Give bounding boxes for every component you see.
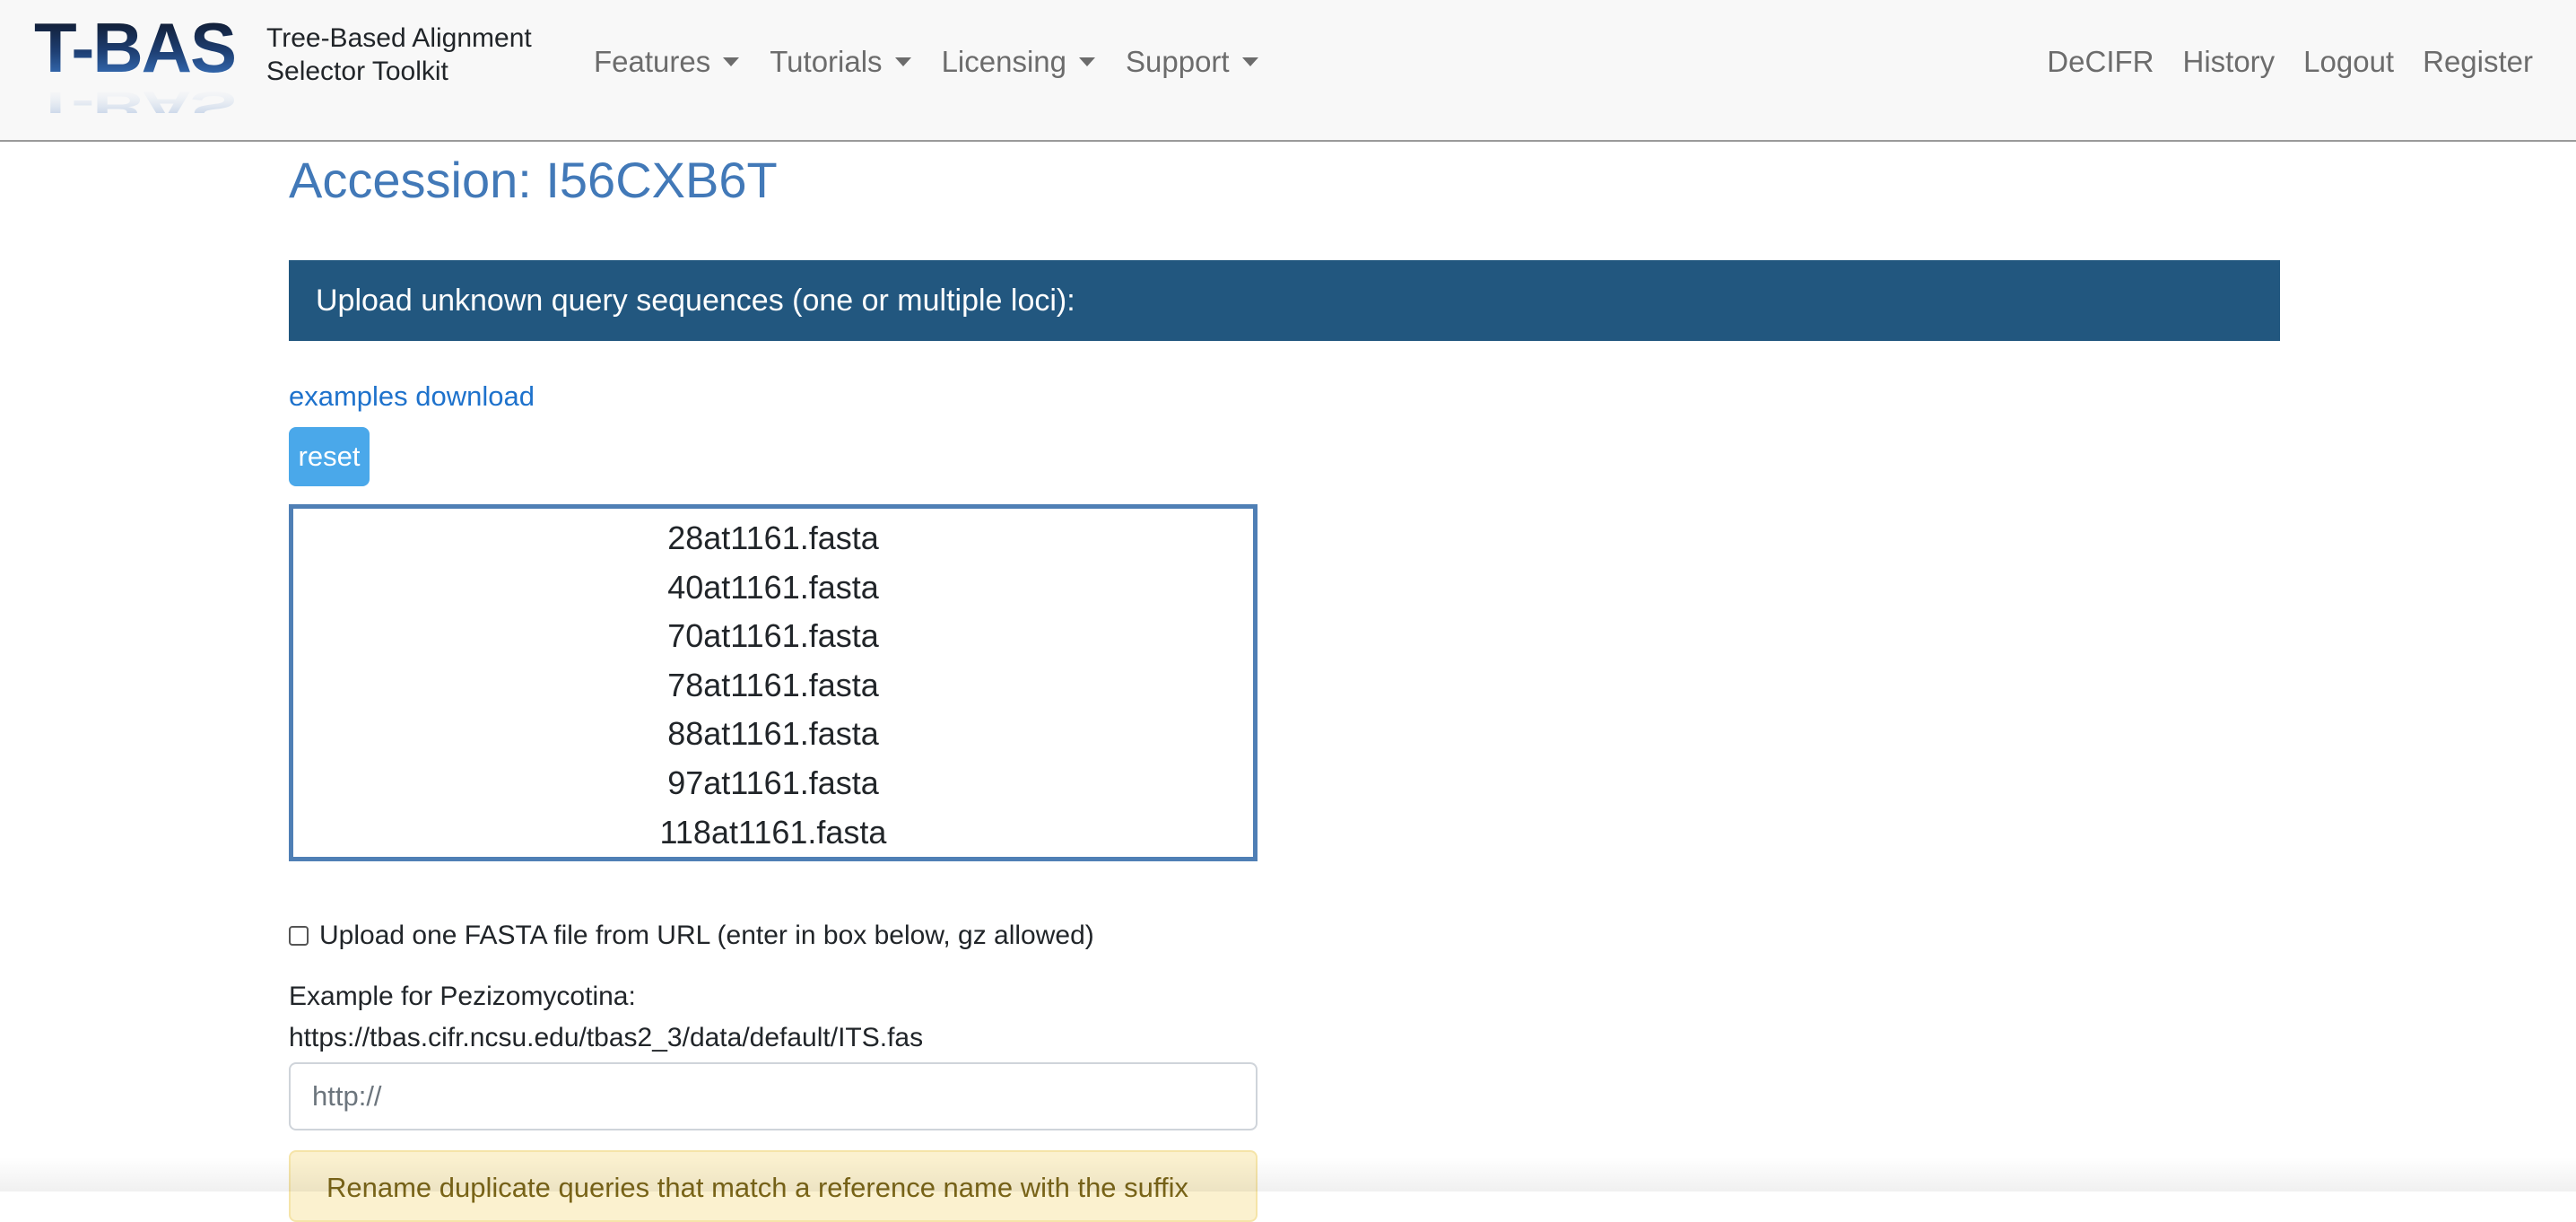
caret-down-icon	[894, 57, 911, 66]
url-example-value: https://tbas.cifr.ncsu.edu/tbas2_3/data/…	[289, 1023, 924, 1052]
nav-menu-left: Features Tutorials Licensing Support	[594, 45, 1289, 79]
file-list-item[interactable]: 97at1161.fasta	[293, 759, 1253, 808]
examples-download-link[interactable]: examples download	[289, 380, 535, 413]
file-list-item[interactable]: 28at1161.fasta	[293, 514, 1253, 563]
url-upload-option[interactable]: Upload one FASTA file from URL (enter in…	[289, 921, 1094, 951]
brand-subtitle-line1: Tree-Based Alignment	[266, 23, 532, 53]
file-list-item[interactable]: 70at1161.fasta	[293, 612, 1253, 661]
rename-duplicates-text: Rename duplicate queries that match a re…	[326, 1172, 1188, 1203]
url-upload-label: Upload one FASTA file from URL (enter in…	[319, 921, 1094, 950]
nav-link-register[interactable]: Register	[2423, 45, 2533, 79]
reset-button[interactable]: reset	[289, 427, 370, 486]
file-list-item[interactable]: 40at1161.fasta	[293, 563, 1253, 613]
caret-down-icon	[1241, 57, 1258, 66]
nav-licensing-label: Licensing	[941, 45, 1066, 78]
nav-link-history[interactable]: History	[2182, 45, 2275, 79]
svg-text:T-BAS: T-BAS	[34, 83, 235, 113]
url-example-label: Example for Pezizomycotina:	[289, 982, 636, 1011]
upload-panel-header: Upload unknown query sequences (one or m…	[289, 260, 2280, 341]
url-example: Example for Pezizomycotina: https://tbas…	[289, 976, 923, 1059]
top-navbar: T-BAS T-BAS Tree-Based Alignment Selecto…	[0, 0, 2576, 142]
nav-features-dropdown[interactable]: Features	[594, 45, 740, 79]
svg-text:T-BAS: T-BAS	[34, 13, 235, 87]
nav-link-decifr[interactable]: DeCIFR	[2047, 45, 2154, 79]
nav-support-dropdown[interactable]: Support	[1126, 45, 1258, 79]
brand-subtitle: Tree-Based Alignment Selector Toolkit	[266, 22, 532, 88]
file-list-item[interactable]: 118at1161.fasta	[293, 808, 1253, 858]
nav-link-logout[interactable]: Logout	[2303, 45, 2394, 79]
tbas-logo[interactable]: T-BAS T-BAS	[34, 13, 249, 113]
rename-duplicates-notice: Rename duplicate queries that match a re…	[289, 1150, 1258, 1222]
uploaded-files-list[interactable]: 28at1161.fasta 40at1161.fasta 70at1161.f…	[289, 504, 1258, 861]
caret-down-icon	[1079, 57, 1095, 66]
nav-menu-right: DeCIFR History Logout Register	[2018, 45, 2533, 79]
file-list-item[interactable]: 78at1161.fasta	[293, 661, 1253, 711]
fasta-url-input[interactable]	[289, 1062, 1258, 1130]
nav-support-label: Support	[1126, 45, 1230, 78]
url-upload-checkbox[interactable]	[289, 926, 309, 946]
file-list-item[interactable]: 88at1161.fasta	[293, 710, 1253, 759]
nav-tutorials-label: Tutorials	[770, 45, 883, 78]
brand-subtitle-line2: Selector Toolkit	[266, 57, 448, 86]
nav-licensing-dropdown[interactable]: Licensing	[942, 45, 1095, 79]
page-title: Accession: I56CXB6T	[289, 152, 778, 208]
nav-tutorials-dropdown[interactable]: Tutorials	[770, 45, 911, 79]
nav-features-label: Features	[594, 45, 711, 78]
caret-down-icon	[723, 57, 740, 66]
